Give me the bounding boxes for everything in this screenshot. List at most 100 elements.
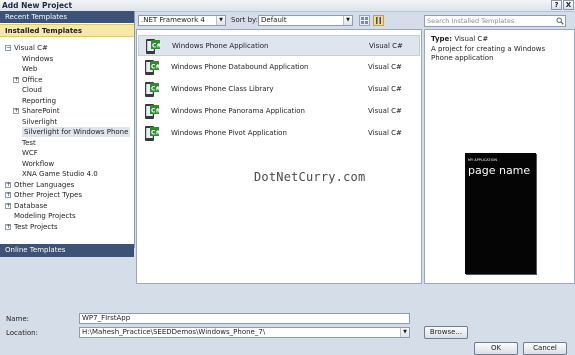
tree-item[interactable]: + Other Languages <box>5 180 75 190</box>
template-details: Type: Visual C# A project for creating a… <box>424 29 575 284</box>
tree-item[interactable]: + SharePoint <box>13 106 60 116</box>
browse-button[interactable]: Browse... <box>424 326 468 339</box>
template-item[interactable]: C# Windows Phone Class Library Visual C# <box>138 79 420 100</box>
tree-item-label: XNA Game Studio 4.0 <box>22 170 98 178</box>
windows-phone-csharp-icon: C# <box>146 39 161 54</box>
ok-button[interactable]: OK <box>474 342 518 355</box>
type-label: Type: <box>431 35 453 43</box>
type-value: Visual C# <box>454 35 489 43</box>
tree-item[interactable]: Test <box>22 138 36 148</box>
list-view-icon <box>376 17 381 24</box>
tree-item-label: Silverlight <box>22 117 58 126</box>
tree-item-label: Office <box>22 75 43 84</box>
window-title: Add New Project <box>2 1 73 10</box>
tree-item-label: Workflow <box>22 159 55 168</box>
chevron-down-icon: ▼ <box>400 328 409 337</box>
tree-item[interactable]: + Test Projects <box>5 222 58 232</box>
help-button[interactable]: ? <box>551 0 562 10</box>
tree-item-label: Test <box>22 138 36 147</box>
name-label: Name: <box>6 315 30 323</box>
location-input[interactable]: H:\Mahesh_Practice\SEEDDemos\Windows_Pho… <box>79 327 410 338</box>
location-label: Location: <box>6 329 38 337</box>
template-item[interactable]: C# Windows Phone Panorama Application Visu… <box>138 101 420 122</box>
expand-icon[interactable]: + <box>5 181 11 188</box>
tree-item-label: Visual C# <box>14 44 48 52</box>
tree-item-label: Windows <box>22 54 54 63</box>
collapse-icon[interactable]: − <box>5 45 11 51</box>
windows-phone-csharp-icon: C# <box>145 60 160 75</box>
template-language: Visual C# <box>368 63 402 71</box>
template-list: C# Windows Phone Application Visual C# C# Wi… <box>136 29 422 284</box>
template-language: Visual C# <box>368 85 402 93</box>
template-item[interactable]: C# Windows Phone Pivot Application Visual … <box>138 123 420 144</box>
template-language: Visual C# <box>368 107 402 115</box>
tree-item-label: WCF <box>22 149 38 157</box>
template-name: Windows Phone Pivot Application <box>171 129 287 137</box>
chevron-down-icon: ▼ <box>343 16 352 25</box>
template-name: Windows Phone Databound Application <box>171 63 309 71</box>
windows-phone-csharp-icon: C# <box>145 104 160 119</box>
tree-item[interactable]: Reporting <box>22 96 56 106</box>
template-item[interactable]: C# Windows Phone Databound Application Vis… <box>138 57 420 78</box>
svg-text:C#: C# <box>151 86 160 93</box>
tree-item[interactable]: Windows <box>22 54 53 64</box>
tree-item-label: Silverlight for Windows Phone <box>24 128 129 136</box>
tree-item-label: Reporting <box>22 96 57 105</box>
template-language: Visual C# <box>368 129 402 137</box>
preview-app-title: MY APPLICATION <box>468 158 497 162</box>
tree-item-label: Modeling Projects <box>14 212 76 220</box>
tree-item[interactable]: Workflow <box>22 159 54 169</box>
tree-item[interactable]: Web <box>22 64 37 74</box>
project-name-input[interactable]: WP7_FIrstApp <box>79 313 410 324</box>
tree-item[interactable]: Modeling Projects <box>14 211 76 221</box>
tree-item-label: Cloud <box>22 86 42 94</box>
expand-icon[interactable]: + <box>5 223 11 230</box>
chevron-down-icon: ▼ <box>216 16 225 25</box>
watermark: DotNetCurry.com <box>254 170 366 184</box>
search-templates-input[interactable]: Search Installed Templates <box>424 15 566 27</box>
tree-item[interactable]: WCF <box>22 148 38 158</box>
framework-dropdown[interactable]: .NET Framework 4 ▼ <box>138 15 226 26</box>
tree-item-label: Web <box>22 65 38 73</box>
template-item[interactable]: C# Windows Phone Application Visual C# <box>138 35 420 56</box>
expand-icon[interactable]: + <box>5 202 11 209</box>
tree-item[interactable]: Silverlight <box>22 117 57 127</box>
template-language: Visual C# <box>369 42 403 50</box>
grid-view-icon <box>361 17 368 24</box>
template-name: Windows Phone Application <box>172 42 269 50</box>
sort-dropdown[interactable]: Default ▼ <box>258 15 353 26</box>
tree-item[interactable]: + Database <box>5 201 48 211</box>
svg-text:C#: C# <box>151 64 160 71</box>
search-icon <box>556 17 564 25</box>
tree-item[interactable]: Cloud <box>22 85 42 95</box>
svg-text:C#: C# <box>152 43 161 50</box>
template-name: Windows Phone Panorama Application <box>171 107 305 115</box>
online-templates-header[interactable]: Online Templates <box>0 244 134 257</box>
expand-icon[interactable]: + <box>5 192 11 198</box>
template-description: A project for creating a Windows Phone a… <box>431 45 546 62</box>
windows-phone-csharp-icon: C# <box>145 82 160 97</box>
preview-page-name: page name <box>468 164 531 177</box>
tree-item[interactable]: Silverlight for Windows Phone <box>22 127 131 137</box>
windows-phone-csharp-icon: C# <box>145 126 160 141</box>
tree-item-label: Test Projects <box>14 222 58 231</box>
medium-icons-view-button[interactable] <box>373 15 384 26</box>
svg-text:C#: C# <box>151 108 160 115</box>
close-button[interactable]: X <box>563 0 574 10</box>
installed-templates-header[interactable]: Installed Templates <box>0 24 134 37</box>
sort-by-label: Sort by: <box>231 16 259 24</box>
template-name: Windows Phone Class Library <box>171 85 274 93</box>
tree-item[interactable]: − Visual C# <box>5 43 48 53</box>
tree-item[interactable]: + Other Project Types <box>5 190 82 200</box>
recent-templates-header[interactable]: Recent Templates <box>0 11 134 23</box>
expand-icon[interactable]: + <box>13 76 19 83</box>
expand-icon[interactable]: + <box>13 108 19 114</box>
cancel-button[interactable]: Cancel <box>523 342 567 355</box>
tree-item-label: Database <box>14 201 48 210</box>
tree-item[interactable]: XNA Game Studio 4.0 <box>22 169 98 179</box>
phone-preview-image: MY APPLICATION page name <box>465 153 536 274</box>
tree-item-label: Other Languages <box>14 180 75 189</box>
template-sidebar: Recent Templates Installed Templates − Vi… <box>0 11 135 257</box>
tree-item[interactable]: + Office <box>13 75 43 85</box>
small-icons-view-button[interactable] <box>359 15 370 26</box>
